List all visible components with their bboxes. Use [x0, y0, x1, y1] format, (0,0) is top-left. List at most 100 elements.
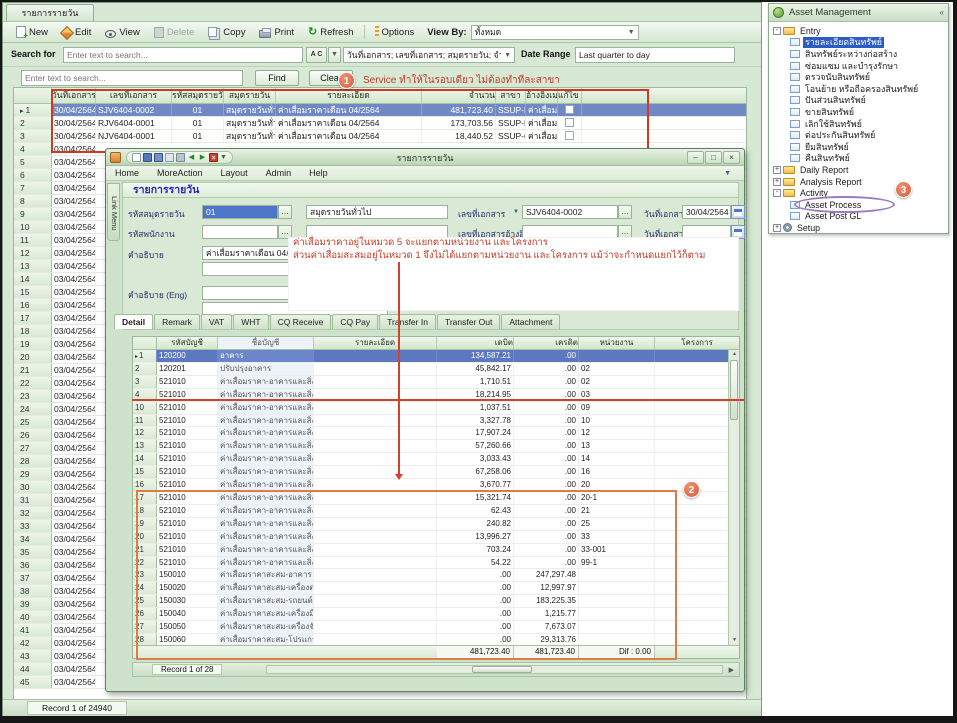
- record-count: Record 1 of 24940: [27, 701, 127, 715]
- chevron-down-icon[interactable]: ▼: [510, 205, 522, 219]
- options-button[interactable]: Options: [368, 24, 422, 40]
- detail-row[interactable]: 3 521010 ค่าเสื่อมราคา-อาคารและสิ่งป... …: [133, 376, 739, 389]
- column-header-account-name[interactable]: ชื่อบัญชี: [218, 337, 314, 349]
- journal-name-field[interactable]: สมุดรายวันทั่วไป: [306, 205, 448, 219]
- journal-code-field[interactable]: 01: [202, 205, 278, 219]
- tree-item[interactable]: ยืมสินทรัพย์: [769, 141, 948, 153]
- minimize-button[interactable]: –: [687, 151, 704, 164]
- column-header-account-code[interactable]: รหัสบัญชี: [157, 337, 218, 349]
- menu-admin[interactable]: Admin: [257, 168, 301, 178]
- tab-remark[interactable]: Remark: [154, 314, 200, 329]
- tree-item-icon: [790, 154, 800, 162]
- column-header-department[interactable]: หน่วยงาน: [579, 337, 655, 349]
- cell-account-name: ค่าเสื่อมราคา-อาคารและสิ่งป...: [218, 453, 314, 465]
- detail-row[interactable]: 10 521010 ค่าเสื่อมราคา-อาคารและสิ่งป...…: [133, 402, 739, 415]
- scroll-down-icon[interactable]: ▼: [729, 636, 740, 645]
- detail-row[interactable]: 13 521010 ค่าเสื่อมราคา-อาคารและสิ่งป...…: [133, 440, 739, 453]
- link-menu-tab[interactable]: Link Menu: [107, 183, 120, 241]
- doc-no-field[interactable]: SJV6404-0002: [522, 205, 618, 219]
- menu-layout[interactable]: Layout: [212, 168, 257, 178]
- column-header-debit[interactable]: เดบิต: [437, 337, 514, 349]
- scroll-right-icon[interactable]: ▶: [729, 666, 734, 674]
- chevron-down-icon[interactable]: ▼: [715, 170, 740, 177]
- tree-item[interactable]: Daily Report: [769, 164, 948, 176]
- filter-input[interactable]: [21, 70, 243, 86]
- cell-doc-date: 03/04/2564: [52, 676, 96, 688]
- tree-item[interactable]: คืนสินทรัพย์: [769, 153, 948, 165]
- asset-panel-header: Asset Management «: [769, 4, 948, 22]
- calendar-icon[interactable]: [731, 205, 745, 219]
- tab-vat[interactable]: VAT: [201, 314, 232, 329]
- expand-toggle-icon[interactable]: [773, 189, 781, 197]
- tab-transfer-in[interactable]: Transfer In: [379, 314, 436, 329]
- search-fields-dropdown[interactable]: วันที่เอกสาร; เลขที่เอกสาร; สมุดรายวัน; …: [343, 47, 515, 63]
- tree-item[interactable]: ต่อประกันสินทรัพย์: [769, 129, 948, 141]
- tab-wht[interactable]: WHT: [233, 314, 268, 329]
- cell-account-code: 521010: [157, 402, 218, 414]
- column-header-project[interactable]: โครงการ: [655, 337, 739, 349]
- tab-transfer-out[interactable]: Transfer Out: [437, 314, 500, 329]
- tab-daily-journal[interactable]: รายการรายวัน: [6, 4, 94, 21]
- scroll-up-icon[interactable]: ▲: [729, 350, 740, 359]
- collapse-panel-icon[interactable]: «: [940, 8, 944, 17]
- column-header-detail[interactable]: รายละเอียด: [314, 337, 437, 349]
- menu-help[interactable]: Help: [300, 168, 337, 178]
- copy-button[interactable]: Copy: [201, 25, 252, 40]
- expand-toggle-icon[interactable]: [773, 166, 781, 174]
- find-button[interactable]: Find: [255, 70, 299, 86]
- view-button[interactable]: View: [98, 25, 146, 40]
- column-header-credit[interactable]: เครดิต: [514, 337, 579, 349]
- print-button[interactable]: Print: [252, 25, 301, 40]
- tab-cq-receive[interactable]: CQ Receive: [270, 314, 332, 329]
- detail-row[interactable]: 2 120201 ปรับปรุงอาคาร 45,842.17 .00 02: [133, 363, 739, 376]
- tree-item[interactable]: Setup: [769, 222, 948, 234]
- maximize-button[interactable]: □: [705, 151, 722, 164]
- search-options-button[interactable]: ▼: [328, 47, 341, 63]
- tree-item[interactable]: เลิกใช้สินทรัพย์: [769, 118, 948, 130]
- tree-item[interactable]: สินทรัพย์ระหว่างก่อสร้าง: [769, 48, 948, 60]
- cell-project: [655, 350, 739, 362]
- tab-attachment[interactable]: Attachment: [501, 314, 560, 329]
- tree-item[interactable]: โอนย้าย หรือถือครองสินทรัพย์: [769, 83, 948, 95]
- row-number: 40: [14, 611, 52, 623]
- doc-date-field[interactable]: 30/04/2564: [682, 205, 731, 219]
- scrollbar-thumb[interactable]: [730, 360, 738, 420]
- close-button[interactable]: ×: [723, 151, 740, 164]
- cell-project: [655, 363, 739, 375]
- journal-code-lookup-button[interactable]: …: [278, 205, 292, 219]
- detail-row[interactable]: 15 521010 ค่าเสื่อมราคา-อาคารและสิ่งป...…: [133, 466, 739, 479]
- dialog-titlebar[interactable]: ◀ ▶ × ▼ รายการรายวัน – □ ×: [106, 149, 744, 166]
- tree-item[interactable]: ตรวจนับสินทรัพย์: [769, 71, 948, 83]
- search-input[interactable]: [63, 47, 303, 63]
- tree-item[interactable]: Analysis Report: [769, 176, 948, 188]
- tree-item[interactable]: รายละเอียดสินทรัพย์: [769, 37, 948, 49]
- tree-item[interactable]: ปันส่วนสินทรัพย์: [769, 95, 948, 107]
- match-case-button[interactable]: A C: [306, 47, 327, 63]
- doc-no-lookup-button[interactable]: …: [618, 205, 632, 219]
- expand-toggle-icon[interactable]: [773, 224, 781, 232]
- menu-moreaction[interactable]: MoreAction: [148, 168, 212, 178]
- tree-item[interactable]: ขายสินทรัพย์: [769, 106, 948, 118]
- detail-row[interactable]: 12 521010 ค่าเสื่อมราคา-อาคารและสิ่งป...…: [133, 427, 739, 440]
- tab-detail[interactable]: Detail: [114, 314, 153, 329]
- cell-doc-date: 03/04/2564: [52, 494, 96, 506]
- edit-button[interactable]: Edit: [55, 24, 98, 40]
- tree-item[interactable]: ซ่อมแซม และบำรุงรักษา: [769, 60, 948, 72]
- refresh-button[interactable]: ↻Refresh: [301, 25, 360, 40]
- detail-row[interactable]: 14 521010 ค่าเสื่อมราคา-อาคารและสิ่งป...…: [133, 453, 739, 466]
- new-button[interactable]: New: [9, 24, 55, 40]
- tree-item[interactable]: Entry: [769, 25, 948, 37]
- horizontal-scrollbar[interactable]: [266, 665, 722, 674]
- vertical-scrollbar[interactable]: ▲ ▼: [728, 350, 739, 645]
- date-range-input[interactable]: [575, 47, 735, 63]
- detail-row[interactable]: 11 521010 ค่าเสื่อมราคา-อาคารและสิ่งป...…: [133, 415, 739, 428]
- delete-button[interactable]: Delete: [147, 25, 201, 40]
- detail-row[interactable]: 1 120200 อาคาร 134,587.21 .00: [133, 350, 739, 363]
- expand-toggle-icon[interactable]: [773, 27, 781, 35]
- expand-toggle-icon[interactable]: [773, 178, 781, 186]
- scrollbar-thumb[interactable]: [472, 666, 532, 673]
- view-by-dropdown[interactable]: ทั้งหมด▼: [471, 25, 639, 40]
- menu-home[interactable]: Home: [106, 168, 148, 178]
- tab-cq-pay[interactable]: CQ Pay: [332, 314, 378, 329]
- employee-code-field[interactable]: [202, 225, 278, 239]
